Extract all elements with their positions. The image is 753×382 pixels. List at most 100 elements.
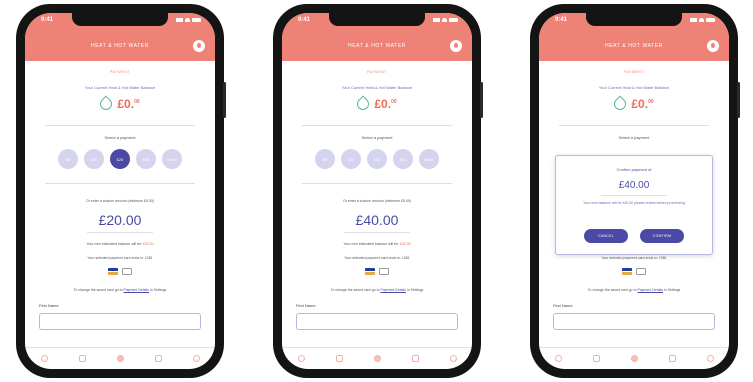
avatar-button[interactable] [450, 40, 462, 52]
card-logos [25, 268, 215, 275]
google-pay-icon [636, 268, 646, 275]
amount-option[interactable]: £40 [393, 149, 413, 169]
amount-options: £5 £10 £20 £40 Other [282, 149, 472, 169]
status-icons [433, 18, 458, 22]
avatar-button[interactable] [193, 40, 205, 52]
cancel-button[interactable]: CANCEL [584, 229, 628, 243]
screen: 9:41 HEAT & HOT WATER PAYMENT Your Curre… [539, 13, 729, 369]
confirm-button[interactable]: CONFIRM [640, 229, 684, 243]
history-tab-icon[interactable] [154, 355, 162, 362]
usage-tab-icon[interactable] [78, 355, 86, 362]
custom-amount-note: Or enter a custom amount (minimum £5.00) [343, 199, 411, 203]
status-time: 9:41 [41, 17, 54, 23]
notch [586, 13, 682, 26]
amount-option-selected[interactable]: £20 [110, 149, 130, 169]
amount-option[interactable]: £20 [367, 149, 387, 169]
amount-option[interactable]: Other [162, 149, 182, 169]
payment-tab-icon[interactable] [373, 355, 381, 362]
balance-row: £0.00 [25, 95, 215, 113]
dialog-buttons: CANCEL CONFIRM [556, 229, 712, 243]
payment-details-link[interactable]: Payment Details [638, 288, 663, 292]
first-name-input[interactable] [39, 313, 201, 330]
amount-option[interactable]: £5 [58, 149, 78, 169]
history-tab-icon[interactable] [411, 355, 419, 362]
home-tab-icon[interactable] [554, 355, 562, 362]
visa-card-icon [108, 268, 118, 275]
custom-amount-input[interactable]: £20.00 [25, 212, 215, 228]
divider [559, 125, 709, 126]
estimated-balance: Your new estimated balance will be: £40.… [343, 242, 411, 246]
signal-icon [433, 18, 440, 22]
tab-bar [539, 347, 729, 369]
battery-icon [706, 18, 715, 22]
battery-icon [449, 18, 458, 22]
dialog-divider [601, 195, 667, 196]
dialog-title: Confirm payment of [616, 167, 652, 172]
usage-tab-icon[interactable] [335, 355, 343, 362]
amount-option[interactable]: £5 [315, 149, 335, 169]
divider [302, 125, 452, 126]
tab-bar [25, 347, 215, 369]
dialog-amount: £40.00 [618, 180, 650, 191]
history-tab-icon[interactable] [668, 355, 676, 362]
divider [45, 125, 195, 126]
payment-card-text: Your selected payment card ends in: 1081 [344, 256, 410, 260]
amount-option[interactable]: £10 [341, 149, 361, 169]
amount-underline [344, 232, 410, 233]
select-payment-label: Select a payment [361, 135, 393, 140]
select-payment-label: Select a payment [618, 135, 650, 140]
first-name-input[interactable] [553, 313, 715, 330]
settings-tab-icon[interactable] [449, 355, 457, 362]
confirm-payment-dialog: Confirm payment of £40.00 Your new balan… [555, 155, 713, 255]
custom-amount-note: Or enter a custom amount (minimum £5.00) [86, 199, 154, 203]
side-button [480, 82, 483, 118]
dialog-message: Your new balance will be £40.00 please r… [583, 201, 685, 205]
signal-icon [690, 18, 697, 22]
balance-value: £0.00 [631, 97, 654, 111]
visa-card-icon [622, 268, 632, 275]
balance-row: £0.00 [539, 95, 729, 113]
home-tab-icon[interactable] [297, 355, 305, 362]
app-title: HEAT & HOT WATER [348, 43, 406, 49]
estimated-balance: Your new estimated balance will be: £20.… [86, 242, 154, 246]
change-card-text: To change the saved card go to Payment D… [587, 288, 681, 292]
amount-option[interactable]: £10 [84, 149, 104, 169]
change-card-text: To change the saved card go to Payment D… [330, 288, 424, 292]
phone-2: 9:41 HEAT & HOT WATER PAYMENT Your Curre… [273, 4, 483, 378]
google-pay-icon [122, 268, 132, 275]
app-title: HEAT & HOT WATER [605, 43, 663, 49]
status-icons [176, 18, 201, 22]
water-drop-icon [97, 95, 115, 113]
payment-details-link[interactable]: Payment Details [124, 288, 149, 292]
wifi-icon [185, 18, 190, 22]
amount-option[interactable]: £40 [136, 149, 156, 169]
card-logos [539, 268, 729, 275]
first-name-input[interactable] [296, 313, 458, 330]
card-logos [282, 268, 472, 275]
screen: 9:41 HEAT & HOT WATER PAYMENT Your Curre… [25, 13, 215, 369]
payment-tab-icon[interactable] [630, 355, 638, 362]
home-tab-icon[interactable] [40, 355, 48, 362]
status-time: 9:41 [555, 17, 568, 23]
amount-option[interactable]: Other [419, 149, 439, 169]
payment-tab-icon[interactable] [116, 355, 124, 362]
section-label: PAYMENT [110, 70, 130, 74]
avatar-button[interactable] [707, 40, 719, 52]
first-name-label: First Name [39, 303, 59, 308]
google-pay-icon [379, 268, 389, 275]
settings-tab-icon[interactable] [706, 355, 714, 362]
settings-tab-icon[interactable] [192, 355, 200, 362]
status-icons [690, 18, 715, 22]
side-button [737, 82, 740, 118]
phone-1: 9:41 HEAT & HOT WATER PAYMENT Your Curre… [16, 4, 226, 378]
balance-label: Your Current Heat & Hot Water Balance [341, 85, 413, 90]
custom-amount-input[interactable]: £40.00 [282, 212, 472, 228]
balance-value: £0.00 [374, 97, 397, 111]
wifi-icon [699, 18, 704, 22]
payment-details-link[interactable]: Payment Details [381, 288, 406, 292]
balance-value: £0.00 [117, 97, 140, 111]
water-drop-icon [354, 95, 372, 113]
amount-options: £5 £10 £20 £40 Other [25, 149, 215, 169]
first-name-label: First Name [296, 303, 316, 308]
usage-tab-icon[interactable] [592, 355, 600, 362]
